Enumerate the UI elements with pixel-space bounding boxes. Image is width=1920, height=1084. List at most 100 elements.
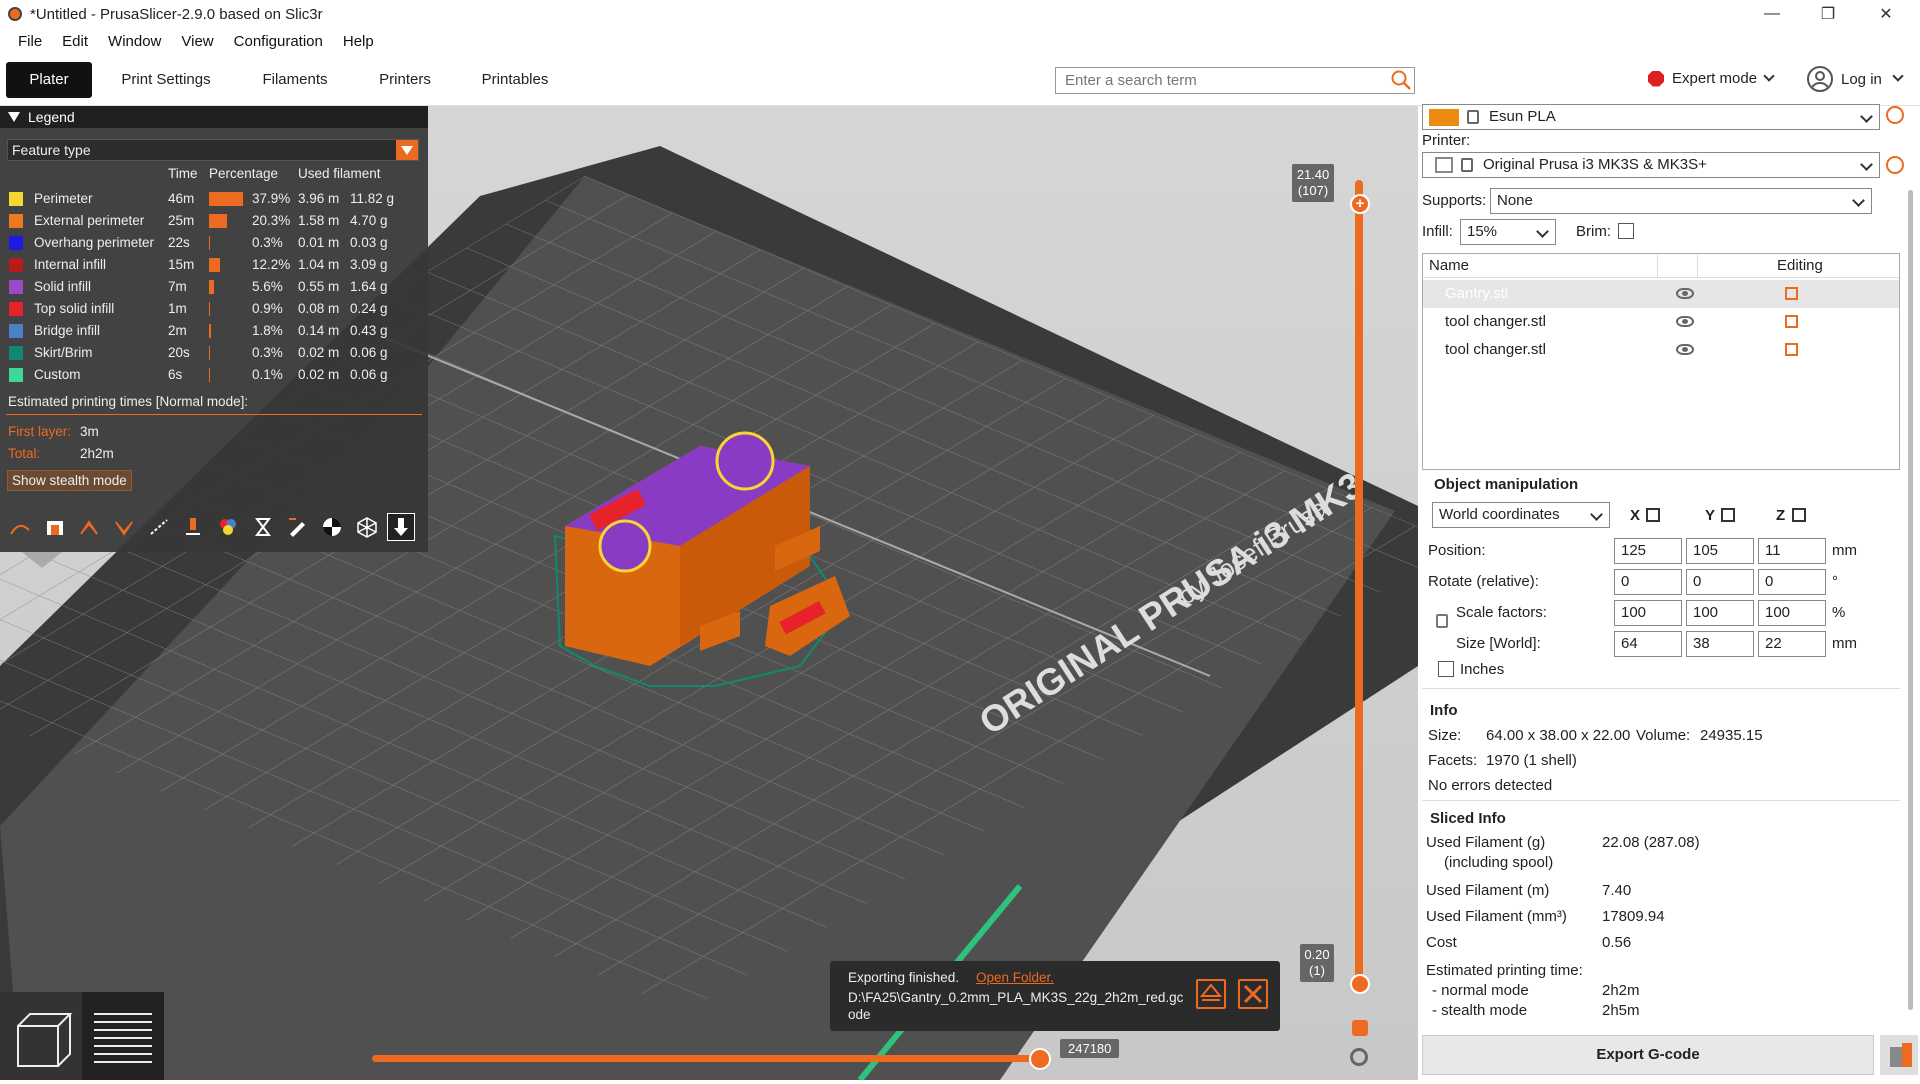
tool-changes-icon[interactable]: [179, 513, 207, 541]
legend-row[interactable]: Custom 6s 0.1% 0.02 m 0.06 g: [0, 364, 428, 386]
close-notification-button[interactable]: [1238, 979, 1268, 1009]
send-to-printer-button[interactable]: [1880, 1035, 1918, 1075]
manip-value-x[interactable]: 125: [1614, 538, 1682, 564]
legend-row[interactable]: Skirt/Brim 20s 0.3% 0.02 m 0.06 g: [0, 342, 428, 364]
menu-configuration[interactable]: Configuration: [224, 33, 333, 50]
eject-button[interactable]: [1196, 979, 1226, 1009]
visibility-eye-icon[interactable]: [1676, 344, 1694, 355]
legend-header[interactable]: Legend: [0, 106, 428, 128]
open-folder-link[interactable]: Open Folder.: [976, 970, 1054, 985]
drop-to-bed-icon[interactable]: [1646, 508, 1660, 522]
visibility-eye-icon[interactable]: [1676, 316, 1694, 327]
maximize-button[interactable]: ❐: [1800, 0, 1856, 28]
object-list-header: Name Editing: [1423, 254, 1899, 278]
manip-value-y[interactable]: 0: [1686, 569, 1754, 595]
brim-checkbox[interactable]: [1618, 223, 1634, 239]
tab-print-settings[interactable]: Print Settings: [112, 62, 220, 98]
tab-plater[interactable]: Plater: [6, 62, 92, 98]
tab-filaments[interactable]: Filaments: [254, 62, 336, 98]
printer-combo[interactable]: Original Prusa i3 MK3S & MK3S+: [1422, 152, 1880, 178]
legend-row[interactable]: Solid infill 7m 5.6% 0.55 m 1.64 g: [0, 276, 428, 298]
move-slider-thumb[interactable]: [1029, 1048, 1051, 1070]
manip-value-z[interactable]: 0: [1758, 569, 1826, 595]
preview-view-button[interactable]: [82, 992, 164, 1080]
manip-value-x[interactable]: 64: [1614, 631, 1682, 657]
legend-header-time: Time: [168, 166, 198, 181]
visibility-eye-icon[interactable]: [1676, 288, 1694, 299]
deretractions-icon[interactable]: [110, 513, 138, 541]
edit-settings-icon[interactable]: [1785, 343, 1798, 356]
legend-row[interactable]: Top solid infill 1m 0.9% 0.08 m 0.24 g: [0, 298, 428, 320]
legend-row[interactable]: External perimeter 25m 20.3% 1.58 m 4.70 g: [0, 210, 428, 232]
layer-slider-top-label: 21.40 (107): [1292, 164, 1334, 202]
menu-view[interactable]: View: [171, 33, 223, 50]
filament-settings-icon[interactable]: [1886, 106, 1904, 124]
sidebar-scrollbar[interactable]: [1908, 190, 1913, 1010]
filament-name: Esun PLA: [1489, 108, 1556, 125]
menu-file[interactable]: File: [8, 33, 52, 50]
manip-value-z[interactable]: 100: [1758, 600, 1826, 626]
legend-row[interactable]: Perimeter 46m 37.9% 3.96 m 11.82 g: [0, 188, 428, 210]
wipe-icon[interactable]: [41, 513, 69, 541]
tool-marker-icon[interactable]: [387, 513, 416, 541]
layer-slider-bottom-thumb[interactable]: [1350, 974, 1370, 994]
tab-printers[interactable]: Printers: [370, 62, 440, 98]
brim-label: Brim:: [1576, 223, 1611, 240]
color-changes-icon[interactable]: [214, 513, 242, 541]
filament-combo[interactable]: Esun PLA: [1422, 104, 1880, 130]
coordinates-combo[interactable]: World coordinates: [1432, 502, 1610, 528]
printer-settings-icon[interactable]: [1886, 156, 1904, 174]
travel-icon[interactable]: [6, 513, 34, 541]
manip-value-y[interactable]: 105: [1686, 538, 1754, 564]
manip-value-x[interactable]: 100: [1614, 600, 1682, 626]
close-button[interactable]: ✕: [1858, 0, 1914, 28]
shells-icon[interactable]: [353, 513, 381, 541]
custom-gcodes-icon[interactable]: [283, 513, 311, 541]
infill-combo[interactable]: 15%: [1460, 219, 1556, 245]
expert-mode-selector[interactable]: Expert mode: [1648, 69, 1775, 87]
pause-prints-icon[interactable]: [249, 513, 277, 541]
legend-row[interactable]: Bridge infill 2m 1.8% 0.14 m 0.43 g: [0, 320, 428, 342]
layer-slider-top-thumb[interactable]: +: [1350, 194, 1370, 214]
legend-collapse-arrow[interactable]: [22, 552, 62, 568]
drop-to-bed-icon[interactable]: [1721, 508, 1735, 522]
edit-settings-icon[interactable]: [1785, 315, 1798, 328]
object-row-tool-changer[interactable]: tool changer.stl: [1423, 336, 1899, 364]
tab-printables[interactable]: Printables: [474, 62, 556, 98]
supports-combo[interactable]: None: [1490, 188, 1872, 214]
search-input[interactable]: [1055, 67, 1415, 94]
minimize-button[interactable]: —: [1744, 0, 1800, 28]
drop-to-bed-icon[interactable]: [1792, 508, 1806, 522]
menu-window[interactable]: Window: [98, 33, 171, 50]
manip-value-z[interactable]: 11: [1758, 538, 1826, 564]
seams-icon[interactable]: [145, 513, 173, 541]
settings-cog-icon[interactable]: [1350, 1048, 1368, 1066]
scale-lock-icon[interactable]: [1436, 614, 1448, 628]
search-icon[interactable]: [1390, 69, 1412, 91]
manip-value-z[interactable]: 22: [1758, 631, 1826, 657]
layer-slider[interactable]: [1355, 180, 1363, 990]
move-slider[interactable]: [372, 1055, 1042, 1062]
manip-value-x[interactable]: 0: [1614, 569, 1682, 595]
feature-percentage: 1.8%: [252, 323, 283, 338]
lock-icon[interactable]: [1352, 1020, 1368, 1036]
tab-bar: Plater Print Settings Filaments Printers…: [0, 54, 1920, 106]
legend-row[interactable]: Overhang perimeter 22s 0.3% 0.01 m 0.03 g: [0, 232, 428, 254]
legend-row[interactable]: Internal infill 15m 12.2% 1.04 m 3.09 g: [0, 254, 428, 276]
feature-length: 1.58 m: [298, 213, 340, 228]
login-button[interactable]: Log in: [1807, 66, 1904, 92]
show-stealth-mode-button[interactable]: Show stealth mode: [7, 470, 132, 491]
manip-value-y[interactable]: 38: [1686, 631, 1754, 657]
3d-view-button[interactable]: [0, 992, 82, 1080]
retractions-icon[interactable]: [75, 513, 103, 541]
export-gcode-button[interactable]: Export G-code: [1422, 1035, 1874, 1075]
object-row-tool-changer[interactable]: tool changer.stl: [1423, 308, 1899, 336]
inches-checkbox[interactable]: [1438, 661, 1454, 677]
menu-edit[interactable]: Edit: [52, 33, 98, 50]
edit-settings-icon[interactable]: [1785, 287, 1798, 300]
object-row-gantry[interactable]: Gantry.stl: [1423, 280, 1899, 308]
view-type-select[interactable]: Feature type: [7, 139, 419, 161]
menu-help[interactable]: Help: [333, 33, 384, 50]
center-of-gravity-icon[interactable]: [318, 513, 346, 541]
manip-value-y[interactable]: 100: [1686, 600, 1754, 626]
